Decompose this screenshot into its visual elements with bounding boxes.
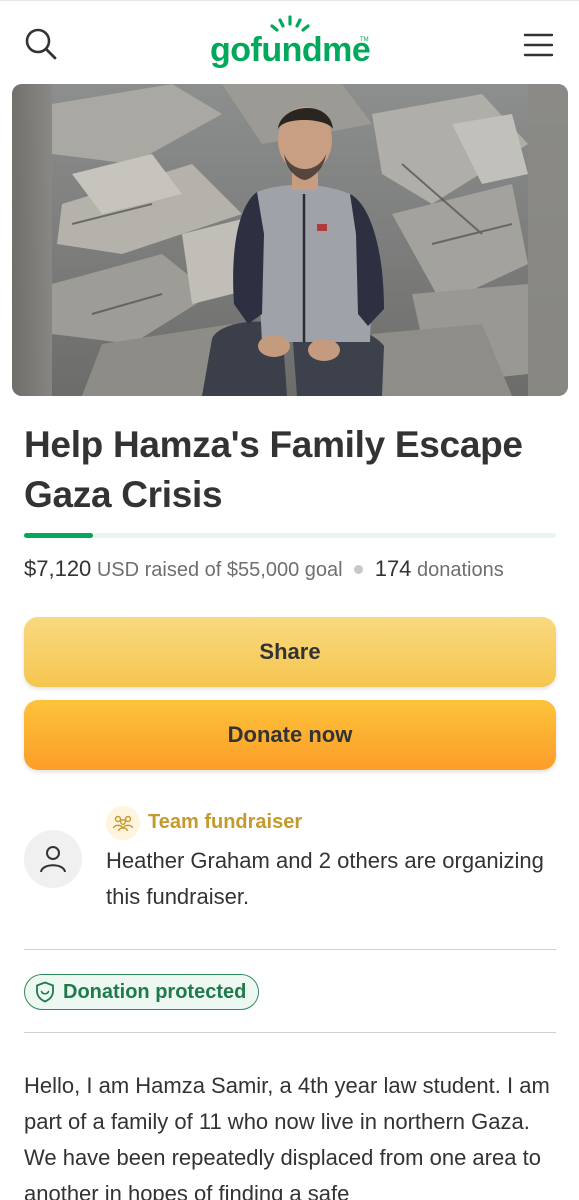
fundraising-progress-bar [24, 533, 556, 538]
hamburger-menu-icon [523, 33, 554, 57]
campaign-title: Help Hamza's Family Escape Gaza Crisis [24, 424, 523, 515]
team-fundraiser-label: Team fundraiser [148, 811, 303, 833]
section-divider [24, 949, 556, 950]
raised-of-goal-text: USD raised of $55,000 goal [96, 559, 343, 581]
gofundme-logo[interactable]: gofundme TM [210, 15, 372, 75]
separator-dot [354, 564, 364, 574]
section-divider [24, 1032, 556, 1033]
donate-now-button[interactable]: Donate now [24, 700, 556, 770]
hero-photo [12, 84, 568, 396]
team-fundraiser-badge [106, 806, 140, 840]
logo-wordmark: gofundme [210, 31, 371, 69]
search-icon [25, 28, 57, 60]
top-navigation-bar: gofundme TM [0, 0, 579, 80]
raised-amount: $7,120 [24, 556, 92, 581]
progress-bar-fill [24, 533, 94, 538]
logo-trademark: TM [360, 37, 369, 43]
campaign-story-text: Hello, I am Hamza Samir, a 4th year law … [24, 1073, 550, 1200]
organizer-avatar[interactable] [24, 830, 82, 888]
donation-count: 174 [374, 556, 412, 581]
fundraising-stats: $7,120 USD raised of $55,000 goal 174 do… [24, 556, 504, 582]
user-icon [40, 846, 66, 873]
donation-count-label: donations [416, 559, 504, 581]
menu-button[interactable] [520, 27, 558, 61]
search-button[interactable] [22, 25, 62, 65]
donation-protected-badge[interactable]: Donation protected [24, 974, 260, 1010]
campaign-hero-image[interactable] [12, 84, 568, 396]
organizer-description[interactable]: Heather Graham and 2 others are organizi… [106, 843, 546, 915]
shield-icon [36, 981, 54, 1003]
share-button[interactable]: Share [24, 617, 556, 687]
people-icon [112, 815, 134, 832]
donation-protected-label: Donation protected [63, 980, 247, 1003]
